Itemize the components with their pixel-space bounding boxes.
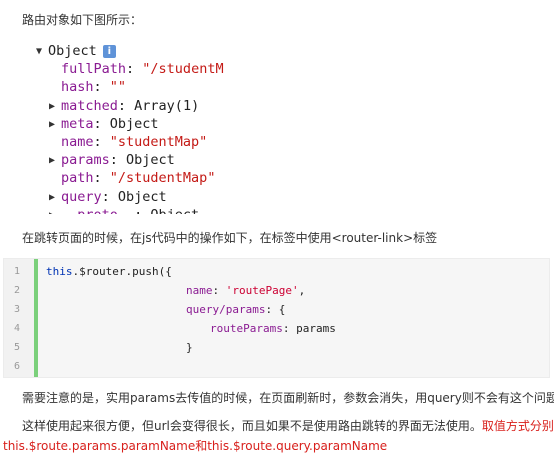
tree-row-name: name: "studentMap": [61, 133, 208, 150]
tree-row-fullPath: fullPath: "/studentM: [61, 61, 224, 78]
tree-key: meta: [61, 115, 94, 132]
line-number: 1: [13, 266, 21, 277]
tree-value: Array(1): [134, 97, 200, 114]
line-number: 4: [13, 323, 21, 334]
tree-row-hash: hash: "": [61, 79, 127, 96]
code-line-3: query/params: {: [186, 303, 286, 316]
tree-value: "/studentM: [142, 61, 224, 78]
tree-key: path: [61, 170, 94, 187]
tree-key: name: [61, 133, 94, 150]
code-line-2: name: 'routePage',: [186, 284, 306, 297]
tree-row-path: path: "/studentMap": [61, 170, 216, 187]
line-number: 3: [13, 304, 21, 315]
expand-arrow-icon[interactable]: ▶: [49, 189, 61, 207]
tree-value: "": [109, 79, 127, 96]
info-icon[interactable]: i: [102, 45, 116, 58]
line-number-gutter: 1 2 3 4 5 6: [4, 259, 35, 377]
note-access-methods: this.$route.params.paramName和this.$route…: [3, 439, 388, 453]
line-number: 2: [13, 285, 21, 296]
tree-key: hash: [61, 79, 94, 96]
tree-value: "/studentMap": [109, 170, 216, 187]
router-link-caption: 在跳转页面的时候，在js代码中的操作如下，在标签中使用<router-link>…: [22, 231, 438, 245]
article-page: 路由对象如下图所示： ▼ Object i fullPath: "/studentM…: [0, 0, 554, 458]
tree-value: Object: [117, 188, 167, 205]
note-params-warning: 需要注意的是，实用params去传值的时候，在页面刷新时，参数会消失，用quer…: [22, 391, 554, 405]
tree-key: fullPath: [61, 61, 127, 78]
tree-row-params[interactable]: ▶ params: Object: [36, 151, 226, 169]
expand-arrow-icon[interactable]: ▼: [36, 43, 48, 61]
tree-value: Object: [109, 115, 159, 132]
line-number: 5: [13, 342, 21, 353]
code-indicator-bar: [34, 259, 38, 377]
code-block: 1 2 3 4 5 6 this.$router.push({ name: 'r…: [3, 258, 550, 378]
tree-value: "studentMap": [109, 133, 208, 150]
expand-arrow-icon[interactable]: ▶: [49, 98, 61, 116]
note-highlight: 取值方式分别为：: [481, 419, 554, 433]
code-line-4: routeParams: params: [210, 322, 336, 335]
expand-arrow-icon[interactable]: ▶: [49, 116, 61, 134]
tree-row-query[interactable]: ▶ query: Object: [36, 188, 226, 206]
tree-root-label: Object: [48, 43, 97, 59]
code-line-5: }: [186, 341, 193, 354]
tree-key: params: [61, 152, 110, 169]
expand-arrow-icon[interactable]: ▶: [49, 152, 61, 170]
tree-row-matched[interactable]: ▶ matched: Array(1): [36, 97, 226, 115]
tree-value: Object: [126, 152, 175, 169]
tree-row-meta[interactable]: ▶ meta: Object: [36, 115, 226, 133]
tree-row-cut: ▶__proto__: Object: [36, 206, 226, 214]
tree-key: matched: [61, 97, 118, 114]
tree-root-row[interactable]: ▼ Object i: [36, 42, 226, 60]
tree-key: query: [61, 188, 102, 205]
note-usage: 这样使用起来很方便，但url会变得很长，而且如果不是使用路由跳转的界面无法使用。…: [22, 417, 554, 434]
code-line-1: this.$router.push({: [46, 265, 172, 278]
route-object-tree: ▼ Object i fullPath: "/studentM hash: "" ▶ ma…: [36, 42, 226, 214]
intro-text: 路由对象如下图所示：: [22, 13, 143, 27]
line-number: 6: [13, 361, 21, 372]
